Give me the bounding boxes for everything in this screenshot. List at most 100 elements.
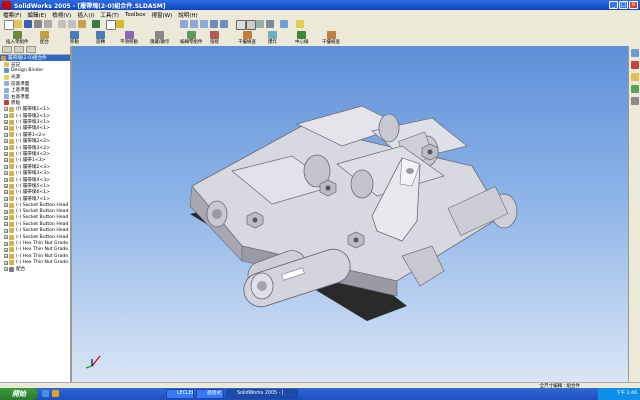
undo-icon[interactable]	[92, 20, 100, 28]
expand-icon[interactable]: +	[4, 132, 8, 137]
minimize-icon[interactable]: _	[609, 1, 618, 9]
expand-icon[interactable]: +	[4, 126, 8, 131]
zoom-area-icon[interactable]	[190, 20, 198, 28]
expand-icon[interactable]: +	[4, 152, 8, 157]
expand-icon[interactable]: +	[4, 260, 8, 265]
toolbar-show-hide-button[interactable]: 隱藏/顯示	[150, 31, 170, 45]
title-bar: SolidWorks 2005 - [履帶塊(2-0)組合件.SLDASM] _…	[0, 0, 640, 10]
tab-configuration-manager[interactable]	[26, 46, 36, 53]
toolbar-insert-component-button[interactable]: 插入零組件	[6, 31, 29, 45]
taskbar-item[interactable]: LECLERC	[166, 389, 194, 399]
paste-icon[interactable]	[78, 20, 86, 28]
expand-icon[interactable]: +	[4, 139, 8, 144]
toolbar-interference-button[interactable]: 干擾檢查	[238, 31, 256, 45]
tree-item[interactable]: + 配合	[0, 266, 70, 272]
tree-item[interactable]: + (-) Socket Button Head Screw...	[0, 221, 70, 227]
select-icon[interactable]	[106, 20, 116, 30]
expand-icon[interactable]: +	[4, 190, 8, 195]
expand-icon[interactable]: +	[4, 267, 8, 272]
explorer-icon[interactable]	[631, 73, 639, 81]
tree-item[interactable]: + (-) Hex Thin Nut Grade...	[0, 253, 70, 259]
close-icon[interactable]: ×	[629, 1, 638, 9]
toolbar-rotate-button[interactable]: 旋轉	[96, 31, 105, 45]
expand-icon[interactable]: +	[4, 203, 8, 208]
rebuild-icon[interactable]	[116, 20, 124, 28]
toolbar-interference2-button[interactable]: 干擾檢查	[322, 31, 340, 45]
expand-icon[interactable]: +	[4, 235, 8, 240]
zoom-inout-icon[interactable]	[200, 20, 208, 28]
expand-icon[interactable]: +	[4, 145, 8, 150]
solidworks-app-icon[interactable]	[2, 1, 11, 9]
toolbar-centerline-button[interactable]: 中心線	[295, 31, 309, 45]
hidden-lines-icon[interactable]	[246, 20, 256, 30]
library-icon[interactable]	[631, 61, 639, 69]
quicklaunch-ie-icon[interactable]	[42, 390, 49, 397]
expand-icon[interactable]: +	[4, 241, 8, 246]
new-document-icon[interactable]	[4, 20, 14, 30]
toolbar-explode-button[interactable]: 爆炸	[268, 31, 277, 45]
tab-property-manager[interactable]	[14, 46, 24, 53]
expand-icon[interactable]: +	[4, 158, 8, 163]
expand-icon[interactable]: +	[4, 171, 8, 176]
wireframe-icon[interactable]	[236, 20, 246, 30]
zoom-fit-icon[interactable]	[180, 20, 188, 28]
system-tray-clock[interactable]: 下午 1:46	[598, 388, 640, 400]
shaded-icon[interactable]	[266, 20, 274, 28]
menu-item-3[interactable]: 插入(I)	[74, 11, 97, 19]
expand-icon[interactable]: +	[4, 215, 8, 220]
menu-item-2[interactable]: 檢視(V)	[49, 11, 74, 19]
menu-item-1[interactable]: 編輯(E)	[24, 11, 49, 19]
tree-item[interactable]: + (-) Socket Button Head Screw...	[0, 202, 70, 208]
tree-item[interactable]: + (-) Hex Thin Nut Grade...	[0, 240, 70, 247]
expand-icon[interactable]: +	[4, 228, 8, 233]
cut-icon[interactable]	[58, 20, 66, 28]
save-icon[interactable]	[24, 20, 32, 28]
graphics-viewport[interactable]	[72, 46, 628, 382]
toolbar-smart-move-button[interactable]: 平滑移動	[120, 31, 138, 45]
expand-icon[interactable]: +	[4, 113, 8, 118]
tree-item-label: (-) 履帶塊6<1>	[16, 190, 51, 196]
menu-item-5[interactable]: Toolbox	[122, 12, 149, 18]
menu-item-7[interactable]: 說明(H)	[175, 11, 200, 19]
menu-item-6[interactable]: 視窗(W)	[149, 11, 176, 19]
quicklaunch-media-icon[interactable]	[52, 390, 59, 397]
open-folder-icon[interactable]	[14, 20, 22, 28]
expand-icon[interactable]: +	[4, 209, 8, 214]
expand-icon[interactable]: +	[4, 177, 8, 182]
shaded-edges-icon[interactable]	[256, 20, 264, 28]
expand-icon[interactable]: +	[4, 254, 8, 259]
section-view-icon[interactable]	[280, 20, 288, 28]
print-icon[interactable]	[34, 20, 42, 28]
expand-icon[interactable]: +	[4, 196, 8, 201]
tab-feature-manager[interactable]	[2, 46, 12, 53]
start-button[interactable]: 開始	[0, 388, 38, 400]
taskbar-item[interactable]: 進程式	[196, 389, 224, 399]
copy-icon[interactable]	[68, 20, 76, 28]
taskbar-item[interactable]: SolidWorks 2005 - [	[226, 389, 298, 399]
print-preview-icon[interactable]	[44, 20, 52, 28]
expand-icon[interactable]: +	[4, 120, 8, 125]
palette-icon[interactable]	[631, 97, 639, 105]
expand-icon[interactable]: +	[4, 222, 8, 227]
toolbar-weld-button[interactable]: 熔接	[210, 31, 219, 45]
expand-icon[interactable]: +	[4, 247, 8, 252]
menu-item-4[interactable]: 工具(T)	[97, 11, 122, 19]
home-icon[interactable]	[631, 49, 639, 57]
toolbar-mate-button[interactable]: 配合	[40, 31, 49, 45]
expand-icon[interactable]: +	[4, 107, 8, 112]
help-icon[interactable]	[296, 20, 304, 28]
menu-item-0[interactable]: 檔案(F)	[0, 11, 24, 19]
tree-item[interactable]: + (-) Socket Button Head Screw...	[0, 228, 70, 234]
pan-icon[interactable]	[220, 20, 228, 28]
expand-icon[interactable]: +	[4, 184, 8, 188]
maximize-icon[interactable]: □	[619, 1, 628, 9]
tree-item-label: (-) Hex Thin Nut Grade...	[16, 247, 72, 253]
toolbar-move-button[interactable]: 移動	[70, 31, 79, 45]
search-icon[interactable]	[631, 85, 639, 93]
tree-item[interactable]: + (-) Hex Thin Nut Grade...	[0, 260, 70, 266]
toolbar-edit-component-button[interactable]: 編輯零組件	[180, 31, 203, 45]
tree-item[interactable]: + (-) Socket Button Head Screw...	[0, 234, 70, 240]
tree-item[interactable]: + (-) Socket Button Head Screw...	[0, 208, 70, 215]
rotate-view-icon[interactable]	[210, 20, 218, 28]
expand-icon[interactable]: +	[4, 164, 8, 169]
